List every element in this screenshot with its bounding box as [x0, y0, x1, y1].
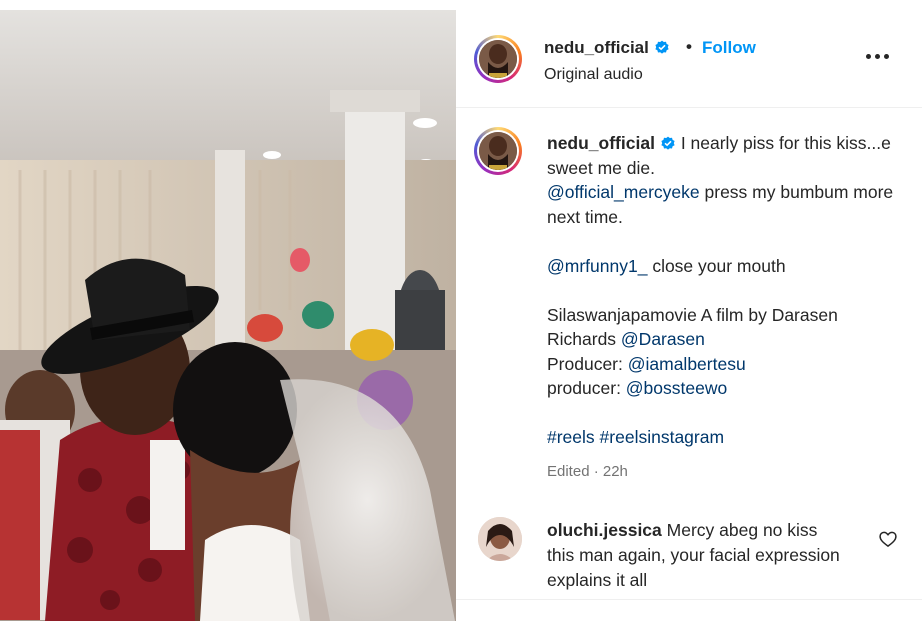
caption-username[interactable]: nedu_official: [547, 133, 655, 153]
follow-button[interactable]: Follow: [702, 38, 756, 58]
avatar-face-icon: [479, 132, 517, 170]
post-caption: nedu_official I nearly piss for this kis…: [547, 131, 897, 450]
post-detail-panel: nedu_official • Follow Original audio ne…: [456, 10, 922, 621]
author-username[interactable]: nedu_official: [544, 38, 649, 57]
caption-text: Producer:: [547, 353, 628, 374]
post-header: nedu_official • Follow Original audio: [456, 10, 922, 108]
reel-video-frame: [0, 10, 456, 621]
caption-text: close your mouth: [647, 255, 786, 276]
verified-badge-icon: [655, 40, 669, 54]
caption-author-avatar[interactable]: [474, 127, 522, 175]
avatar-photo: [479, 132, 517, 170]
original-audio-link[interactable]: Original audio: [544, 66, 643, 84]
author-username-row: nedu_official: [544, 38, 670, 58]
hashtag-link[interactable]: #reels: [547, 427, 595, 447]
divider: [456, 599, 922, 600]
avatar-photo: [479, 40, 517, 78]
mention-link[interactable]: @bossteewo: [626, 378, 727, 398]
more-options-icon[interactable]: [866, 50, 890, 62]
mention-link[interactable]: @iamalbertesu: [628, 354, 746, 374]
hashtag-link[interactable]: #reelsinstagram: [600, 427, 725, 447]
comment-item: oluchi.jessica Mercy abeg no kiss this m…: [547, 518, 847, 593]
verified-badge-icon: [661, 136, 675, 150]
mention-link[interactable]: @official_mercyeke: [547, 182, 700, 202]
commenter-avatar[interactable]: [478, 517, 522, 561]
avatar-inner: [477, 38, 519, 80]
mention-link[interactable]: @mrfunny1_: [547, 256, 647, 276]
reel-video[interactable]: [0, 10, 456, 621]
post-timestamp: Edited · 22h: [547, 463, 628, 480]
separator-dot: •: [686, 37, 692, 56]
mention-link[interactable]: @Darasen: [621, 329, 705, 349]
commenter-face-icon: [478, 517, 522, 561]
author-avatar[interactable]: [474, 35, 522, 83]
caption-text: producer:: [547, 378, 626, 398]
heart-outline-icon[interactable]: [878, 529, 898, 549]
avatar-face-icon: [479, 40, 517, 78]
comment-username[interactable]: oluchi.jessica: [547, 520, 662, 540]
avatar-inner: [477, 130, 519, 172]
